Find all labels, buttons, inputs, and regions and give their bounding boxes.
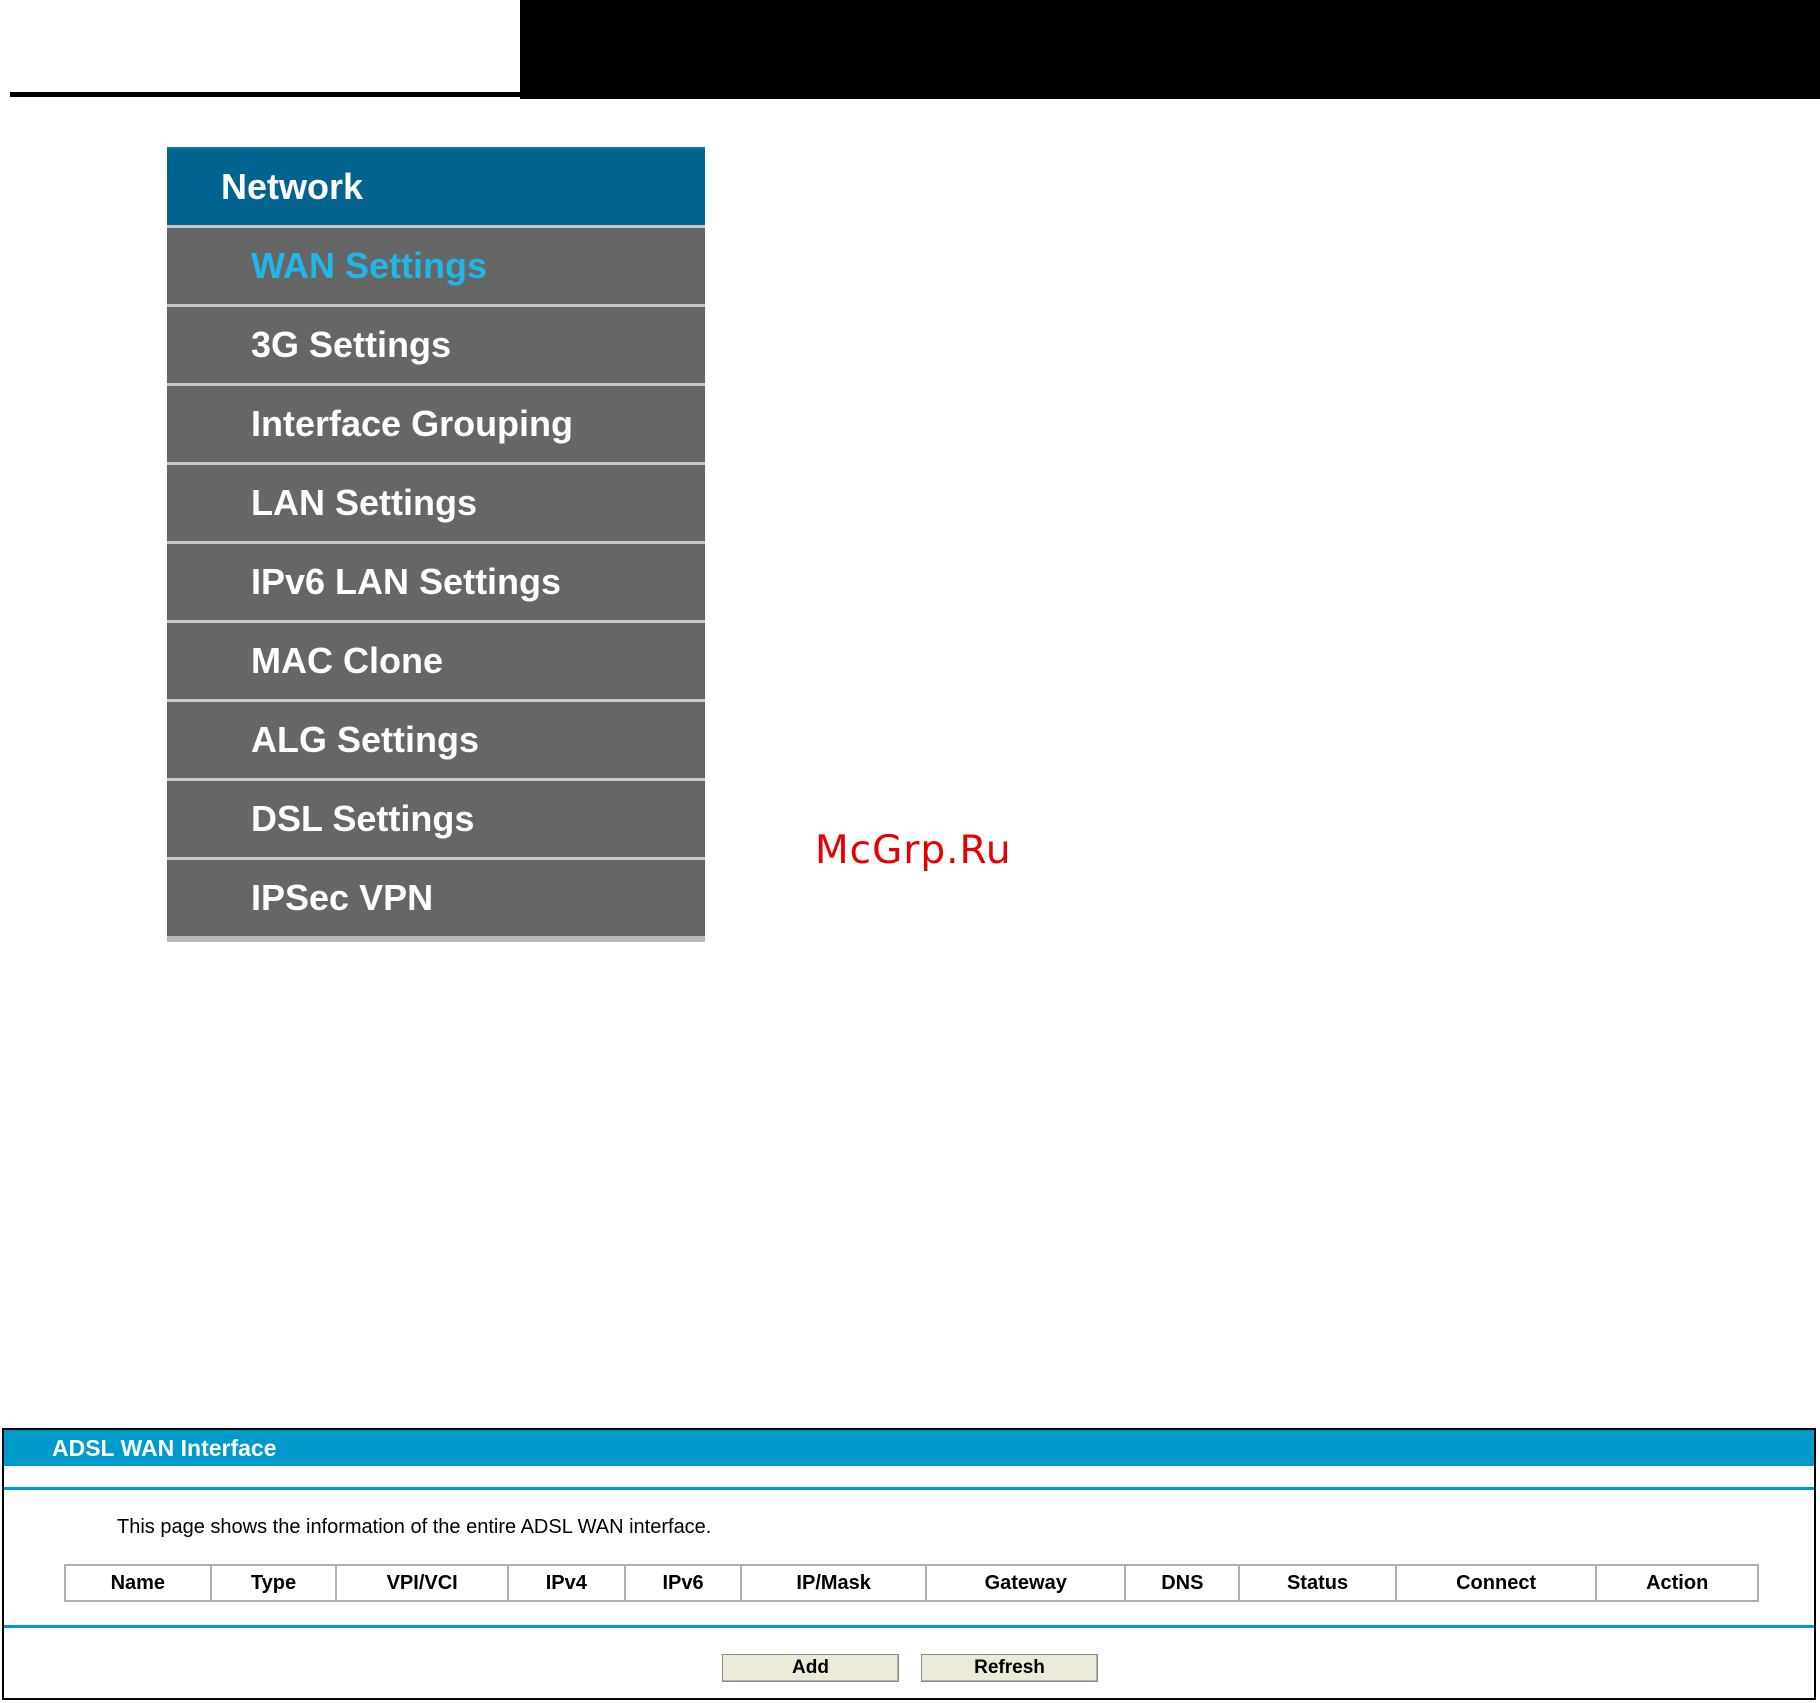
- header-divider: [526, 88, 534, 90]
- header-underline: [10, 92, 520, 97]
- column-header-status: Status: [1240, 1566, 1397, 1600]
- menu-item-wan-settings[interactable]: WAN Settings: [167, 225, 705, 304]
- menu-item-interface-grouping[interactable]: Interface Grouping: [167, 383, 705, 462]
- menu-header-network[interactable]: Network: [167, 147, 705, 225]
- network-menu: Network WAN Settings 3G Settings Interfa…: [167, 147, 705, 942]
- column-header-ipv6: IPv6: [626, 1566, 743, 1600]
- menu-item-mac-clone[interactable]: MAC Clone: [167, 620, 705, 699]
- column-header-dns: DNS: [1126, 1566, 1241, 1600]
- add-button[interactable]: Add: [722, 1654, 899, 1682]
- panel-divider-top: [4, 1487, 1814, 1490]
- header-bar: [520, 0, 1820, 99]
- header-edge-mark: [1805, 40, 1807, 90]
- menu-footer: [167, 936, 705, 942]
- column-header-connect: Connect: [1397, 1566, 1598, 1600]
- adsl-wan-panel: ADSL WAN Interface This page shows the i…: [2, 1428, 1816, 1700]
- menu-item-dsl-settings[interactable]: DSL Settings: [167, 778, 705, 857]
- column-header-ip-mask: IP/Mask: [742, 1566, 927, 1600]
- column-header-name: Name: [66, 1566, 212, 1600]
- menu-item-lan-settings[interactable]: LAN Settings: [167, 462, 705, 541]
- panel-title: ADSL WAN Interface: [4, 1430, 1814, 1466]
- menu-item-ipv6-lan-settings[interactable]: IPv6 LAN Settings: [167, 541, 705, 620]
- refresh-button[interactable]: Refresh: [921, 1654, 1098, 1682]
- menu-item-ipsec-vpn[interactable]: IPSec VPN: [167, 857, 705, 936]
- column-header-action: Action: [1646, 1571, 1709, 1594]
- column-header-ipv4: IPv4: [509, 1566, 626, 1600]
- wan-interface-table: Name Type VPI/VCI IPv4 IPv6 IP/Mask Gate…: [64, 1564, 1759, 1602]
- panel-description: This page shows the information of the e…: [117, 1516, 712, 1538]
- menu-item-3g-settings[interactable]: 3G Settings: [167, 304, 705, 383]
- column-header-vpi-vci: VPI/VCI: [337, 1566, 509, 1600]
- column-header-type: Type: [212, 1566, 338, 1600]
- menu-item-alg-settings[interactable]: ALG Settings: [167, 699, 705, 778]
- panel-divider-bottom: [4, 1625, 1814, 1628]
- watermark: McGrp.Ru: [815, 828, 1012, 873]
- column-header-gateway: Gateway: [927, 1566, 1127, 1600]
